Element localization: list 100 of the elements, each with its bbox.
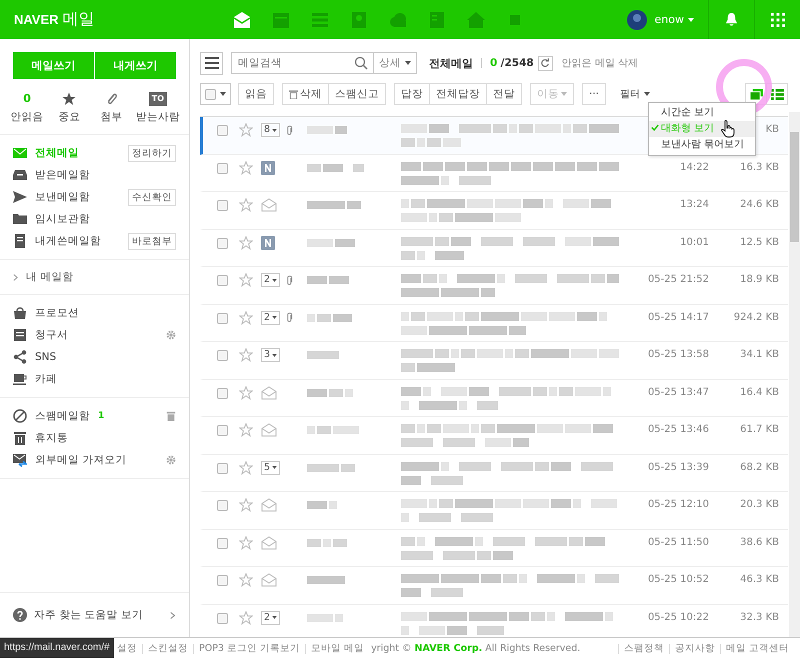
row-checkbox[interactable]: [217, 350, 228, 361]
mail-row[interactable]: 05-25 10:52 46.3 KB: [200, 567, 788, 604]
category-link[interactable]: 청구서: [35, 328, 68, 342]
toolbar-button[interactable]: 답장: [394, 83, 430, 105]
avatar-icon[interactable]: [626, 10, 647, 30]
folder-action-button[interactable]: 수신확인: [128, 188, 176, 206]
star-icon[interactable]: [239, 198, 253, 212]
refresh-button[interactable]: [538, 56, 553, 70]
toolbar-button[interactable]: 전달: [486, 83, 522, 105]
folder-action-button[interactable]: 정리하기: [128, 144, 176, 162]
row-checkbox[interactable]: [217, 312, 228, 324]
row-checkbox[interactable]: [217, 462, 228, 474]
star-icon[interactable]: [239, 160, 253, 174]
row-checkbox[interactable]: [217, 200, 228, 211]
mail-row[interactable]: 2 05-25 14:17 924.2 KB: [200, 304, 788, 342]
folder-link[interactable]: 보낸메일함: [35, 190, 90, 204]
footer-link[interactable]: 스킨설정: [142, 644, 193, 654]
thread-count-button[interactable]: 8: [261, 123, 280, 137]
thread-count-button[interactable]: 2: [261, 310, 280, 324]
star-icon[interactable]: [62, 92, 76, 106]
select-all-dropdown[interactable]: [200, 83, 231, 105]
star-icon[interactable]: [239, 423, 253, 437]
footer-link[interactable]: POP3 로그인 기록보기: [193, 644, 306, 654]
search-field[interactable]: 메일검색: [231, 52, 374, 74]
star-icon[interactable]: [239, 273, 253, 287]
star-icon[interactable]: [239, 460, 253, 474]
row-checkbox[interactable]: [217, 275, 228, 286]
star-icon[interactable]: [239, 236, 253, 250]
toolbar-button[interactable]: 읽음: [238, 83, 274, 105]
footer-link[interactable]: 공지사항: [668, 644, 720, 654]
toolbar-button[interactable]: 전체답장: [429, 83, 487, 105]
row-checkbox[interactable]: [217, 425, 228, 436]
mail-row[interactable]: 5 05-25 13:39 68.2 KB: [200, 454, 788, 492]
thread-count-button[interactable]: 2: [261, 610, 280, 624]
recipient-badge[interactable]: TO: [148, 92, 167, 106]
category-link[interactable]: SNS: [35, 351, 56, 363]
search-icon[interactable]: [354, 56, 368, 70]
row-checkbox[interactable]: [217, 500, 228, 511]
row-checkbox[interactable]: [217, 125, 228, 136]
row-checkbox[interactable]: [217, 238, 228, 248]
toolbar-button[interactable]: ···: [582, 83, 606, 105]
footer-link[interactable]: 스팸정책: [618, 644, 669, 654]
footer-link[interactable]: 메일 고객센터: [720, 644, 794, 654]
category-link[interactable]: 프로모션: [35, 306, 79, 320]
help-link[interactable]: 자주 찾는 도움말 보기: [0, 592, 189, 637]
view-menu-item[interactable]: 보낸사람 묶어보기: [649, 137, 755, 153]
folder-link[interactable]: 외부메일 가져오기: [35, 453, 126, 467]
counter-label[interactable]: 받는사람: [136, 110, 180, 124]
mail-row[interactable]: 05-25 12:10 20.3 KB: [200, 492, 788, 530]
folder-action-button[interactable]: 바로첨부: [128, 232, 176, 250]
folder-link[interactable]: 휴지통: [35, 431, 68, 445]
mail-row[interactable]: 05-25 13:47 16.4 KB: [200, 380, 788, 417]
thread-count-button[interactable]: 2: [261, 273, 280, 287]
category-link[interactable]: 카페: [35, 372, 57, 386]
star-icon[interactable]: [239, 123, 253, 137]
caret-icon[interactable]: [644, 92, 650, 96]
mail-row[interactable]: 13:24 24.6 KB: [200, 192, 788, 230]
menu-button[interactable]: [200, 52, 223, 74]
delete-unread-link[interactable]: 안읽은 메일 삭제: [562, 56, 638, 70]
counter-label[interactable]: 중요: [58, 110, 80, 124]
star-icon[interactable]: [239, 348, 253, 362]
mail-row[interactable]: 2 05-25 10:22 32.3 KB: [200, 604, 788, 637]
star-icon[interactable]: [239, 498, 253, 512]
star-icon[interactable]: [239, 573, 253, 587]
row-checkbox[interactable]: [217, 612, 228, 624]
star-icon[interactable]: [239, 386, 253, 400]
star-icon[interactable]: [239, 536, 253, 550]
star-icon[interactable]: [239, 610, 253, 624]
counter-label[interactable]: 첨부: [100, 110, 123, 124]
toolbar-button[interactable]: 스팸신고: [328, 83, 386, 105]
row-checkbox[interactable]: [217, 388, 228, 398]
row-checkbox[interactable]: [217, 575, 228, 586]
folder-link[interactable]: 내게쓴메일함: [35, 234, 101, 248]
footer-link[interactable]: 설정: [112, 644, 142, 654]
folder-link[interactable]: 받은메일함: [35, 168, 90, 182]
scrollbar[interactable]: [789, 112, 800, 637]
toolbar-button[interactable]: 삭제: [282, 83, 329, 105]
detail-search-button[interactable]: 상세: [374, 52, 417, 74]
star-icon[interactable]: [239, 310, 253, 324]
mail-row[interactable]: 3 05-25 13:58 34.1 KB: [200, 342, 788, 380]
house-icon[interactable]: [464, 10, 487, 30]
folder-link[interactable]: 스팸메일함: [35, 409, 90, 423]
counter-label[interactable]: 안읽음: [10, 110, 44, 124]
trash-icon[interactable]: [166, 411, 176, 421]
mail-row[interactable]: 05-25 13:46 61.7 KB: [200, 417, 788, 454]
envelope-import-icon: [13, 453, 27, 467]
mail-row[interactable]: 10:01 12.5 KB: [200, 230, 788, 267]
mail-row[interactable]: 05-25 11:50 38.6 KB: [200, 530, 788, 567]
thread-count-button[interactable]: 5: [261, 460, 280, 474]
settings-icon[interactable]: [166, 455, 176, 465]
folder-link[interactable]: 임시보관함: [35, 212, 90, 226]
row-checkbox[interactable]: [217, 162, 228, 174]
filter-dropdown[interactable]: 필터: [620, 87, 640, 101]
settings-icon[interactable]: [166, 330, 176, 340]
mail-row[interactable]: 2 05-25 21:52 18.9 KB: [200, 267, 788, 304]
chevron-icon[interactable]: [13, 274, 18, 280]
thread-count-button[interactable]: 3: [261, 348, 280, 362]
row-checkbox[interactable]: [217, 538, 228, 548]
my-folders-link[interactable]: 내 메일함: [26, 270, 74, 284]
footer-link[interactable]: 모바일 메일: [305, 644, 370, 654]
